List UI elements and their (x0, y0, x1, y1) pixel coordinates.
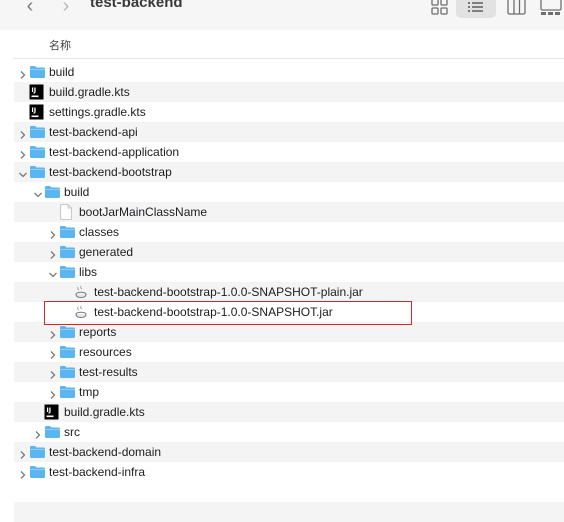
forward-button[interactable]: › (56, 0, 76, 16)
gallery-view-button[interactable] (537, 0, 564, 18)
disclosure-collapsed-icon[interactable] (48, 387, 58, 399)
folder-icon (44, 424, 61, 444)
disclosure-expanded-icon[interactable] (18, 167, 28, 178)
disclosure-collapsed-icon[interactable] (48, 347, 58, 359)
file-name-label: build (49, 65, 75, 79)
empty-row (14, 502, 564, 522)
column-header: 名称 (14, 30, 564, 59)
folder-row[interactable]: test-backend-domain (14, 442, 564, 462)
disclosure-expanded-icon[interactable] (48, 267, 58, 278)
folder-icon (59, 244, 76, 264)
folder-row[interactable]: test-backend-infra (14, 462, 564, 482)
back-button[interactable]: ‹ (20, 0, 40, 16)
file-row[interactable]: IJ build.gradle.kts (14, 82, 564, 102)
file-name-label: test-backend-infra (49, 465, 146, 479)
columns-icon (507, 0, 526, 15)
folder-row[interactable]: resources (14, 342, 564, 362)
folder-icon (29, 444, 46, 464)
disclosure-collapsed-icon[interactable] (18, 447, 28, 459)
file-name-label: classes (79, 225, 120, 239)
file-name-label: bootJarMainClassName (79, 205, 208, 219)
empty-row (14, 482, 564, 502)
file-name-label: build.gradle.kts (49, 85, 130, 99)
disclosure-collapsed-icon[interactable] (48, 227, 58, 239)
disclosure-collapsed-icon[interactable] (48, 367, 58, 379)
window-title: test-backend (90, 0, 183, 11)
folder-icon (59, 224, 76, 244)
file-name-label: src (64, 425, 80, 439)
column-view-button[interactable] (505, 0, 529, 18)
file-name-label: tmp (79, 385, 100, 399)
list-view-button[interactable] (456, 0, 496, 18)
svg-text:IJ: IJ (46, 406, 51, 414)
file-name-label: build (64, 185, 90, 199)
folder-row[interactable]: src (14, 422, 564, 442)
folder-row[interactable]: test-results (14, 362, 564, 382)
file-name-label: test-backend-domain (49, 445, 162, 459)
folder-icon (44, 184, 61, 204)
file-row[interactable]: test-backend-bootstrap-1.0.0-SNAPSHOT-pl… (14, 282, 564, 302)
folder-row[interactable]: libs (14, 262, 564, 282)
folder-icon (29, 144, 46, 164)
folder-row[interactable]: build (14, 62, 564, 82)
disclosure-collapsed-icon[interactable] (18, 147, 28, 159)
disclosure-collapsed-icon[interactable] (18, 67, 28, 79)
file-name-label: settings.gradle.kts (49, 105, 146, 119)
icon-view-button[interactable] (428, 0, 452, 18)
disclosure-collapsed-icon[interactable] (48, 327, 58, 339)
disclosure-collapsed-icon[interactable] (18, 127, 28, 139)
file-row[interactable]: IJ settings.gradle.kts (14, 102, 564, 122)
file-name-label: test-backend-bootstrap (49, 165, 172, 179)
file-name-label: test-backend-application (49, 145, 180, 159)
file-list: build IJ build.gradle.kts IJ settings.gradle… (14, 62, 564, 522)
grid-icon (431, 0, 448, 15)
folder-icon (59, 324, 76, 344)
folder-row[interactable]: build (14, 182, 564, 202)
file-name-label: test-backend-bootstrap-1.0.0-SNAPSHOT-pl… (94, 285, 363, 299)
folder-icon (29, 464, 46, 484)
file-name-label: libs (79, 265, 98, 279)
folder-icon (59, 384, 76, 404)
file-row[interactable]: test-backend-bootstrap-1.0.0-SNAPSHOT.ja… (14, 302, 564, 322)
svg-text:IJ: IJ (31, 106, 36, 114)
folder-row[interactable]: generated (14, 242, 564, 262)
disclosure-expanded-icon[interactable] (33, 187, 43, 198)
file-name-label: test-backend-api (49, 125, 138, 139)
folder-icon (59, 344, 76, 364)
folder-icon (29, 124, 46, 144)
name-column-header[interactable]: 名称 (49, 37, 71, 53)
folder-icon (59, 264, 76, 284)
folder-icon (29, 164, 46, 184)
disclosure-collapsed-icon[interactable] (48, 247, 58, 259)
file-row[interactable]: IJ build.gradle.kts (14, 402, 564, 422)
folder-icon (59, 364, 76, 384)
file-name-label: build.gradle.kts (64, 405, 145, 419)
disclosure-collapsed-icon[interactable] (33, 427, 43, 439)
svg-text:IJ: IJ (31, 86, 36, 94)
folder-icon (29, 64, 46, 84)
folder-row[interactable]: test-backend-bootstrap (14, 162, 564, 182)
file-name-label: resources (79, 345, 132, 359)
file-name-label: generated (79, 245, 134, 259)
folder-row[interactable]: test-backend-application (14, 142, 564, 162)
list-icon (468, 2, 483, 12)
folder-row[interactable]: reports (14, 322, 564, 342)
file-row[interactable]: bootJarMainClassName (14, 202, 564, 222)
file-name-label: reports (79, 325, 117, 339)
finder-toolbar: ‹ › test-backend (0, 0, 564, 30)
disclosure-collapsed-icon[interactable] (18, 467, 28, 479)
folder-row[interactable]: test-backend-api (14, 122, 564, 142)
file-name-label: test-results (79, 365, 138, 379)
file-name-label: test-backend-bootstrap-1.0.0-SNAPSHOT.ja… (94, 305, 333, 319)
folder-row[interactable]: tmp (14, 382, 564, 402)
gallery-icon (540, 0, 562, 15)
folder-row[interactable]: classes (14, 222, 564, 242)
